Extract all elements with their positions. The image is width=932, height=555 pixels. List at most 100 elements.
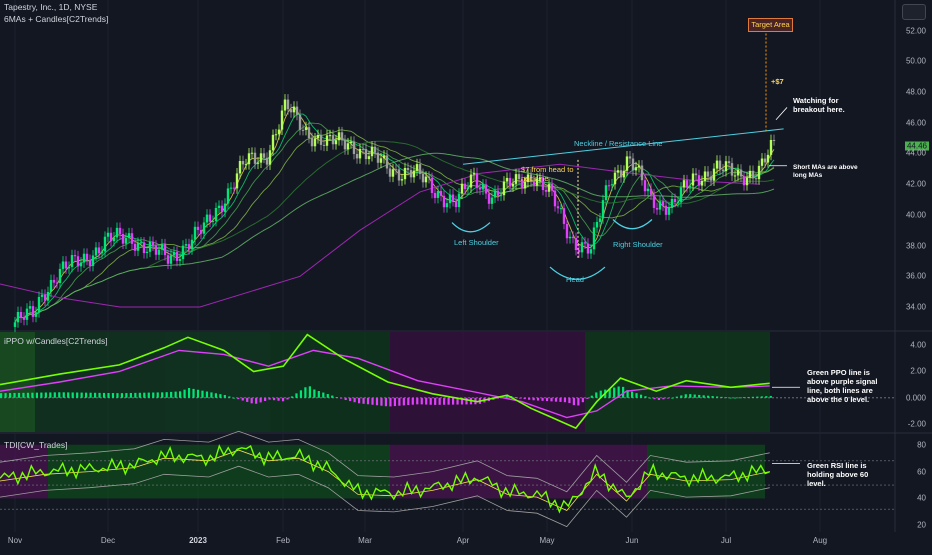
candle-body	[589, 249, 593, 254]
candle-body	[757, 165, 761, 180]
ppo-histogram-bar	[613, 387, 616, 398]
tdi-axis-label: 80	[917, 440, 926, 450]
candle-body	[667, 207, 671, 215]
candle-body	[742, 176, 746, 186]
candle-body	[343, 140, 347, 150]
candle-body	[265, 157, 269, 165]
ppo-histogram-bar	[304, 387, 307, 398]
time-axis-label: Dec	[100, 536, 116, 545]
ppo-histogram-bar	[648, 397, 652, 399]
candle-body	[394, 169, 398, 171]
ppo-histogram-bar	[313, 389, 316, 398]
ppo-histogram-bar	[541, 397, 544, 401]
candle-body	[568, 236, 572, 239]
watching-line-2: breakout here.	[793, 105, 845, 114]
candle-body	[244, 164, 248, 166]
ppo-axis-label: 0.000	[905, 393, 926, 403]
short-mas-line-1: Short MAs are above	[793, 164, 858, 171]
candle-body	[517, 174, 521, 180]
candle-body	[679, 187, 683, 202]
candle-body	[316, 134, 320, 139]
candle-body	[118, 227, 122, 235]
ppo-histogram-bar	[711, 396, 714, 398]
candle-body	[472, 173, 476, 175]
candle-body	[253, 152, 257, 164]
candle-body	[553, 190, 557, 207]
ppo-histogram-bar	[438, 397, 441, 405]
candle-body	[223, 203, 227, 212]
ppo-histogram-bar	[425, 397, 428, 405]
ppo-histogram-bar	[170, 391, 173, 398]
ppo-histogram-bar	[366, 397, 370, 405]
candle-body	[661, 201, 665, 206]
candle-body	[412, 170, 416, 178]
candle-body	[421, 173, 425, 183]
ppo-histogram-bar	[554, 397, 558, 402]
candle-body	[16, 311, 20, 323]
ppo-histogram-bar	[125, 393, 128, 398]
candle-body	[748, 170, 752, 178]
candle-body	[484, 184, 488, 194]
ppo-histogram-bar	[358, 397, 361, 404]
ppo-histogram-bar	[17, 392, 21, 398]
candle-body	[595, 221, 599, 228]
candle-body	[406, 168, 410, 171]
candle-body	[583, 242, 587, 244]
candle-body	[331, 135, 335, 145]
candle-body	[139, 242, 143, 244]
candle-body	[616, 170, 620, 173]
candle-body	[709, 176, 713, 181]
candle-body	[301, 129, 305, 131]
price-axis-label: 42.00	[905, 179, 926, 189]
ppo-histogram-bar	[4, 393, 7, 398]
candle-body	[124, 238, 128, 244]
candle-body	[43, 294, 47, 301]
candle-body	[502, 181, 506, 196]
ppo-histogram-bar	[295, 393, 298, 398]
ppo-histogram-bar	[53, 392, 56, 398]
candle-body	[622, 170, 626, 178]
candle-body	[133, 243, 137, 251]
ppo-histogram-bar	[71, 392, 74, 398]
time-axis-label: Jun	[625, 536, 639, 545]
candle-body	[391, 169, 395, 177]
candle-body	[22, 317, 26, 320]
ppo-histogram-bar	[653, 397, 656, 400]
candle-body	[619, 170, 623, 178]
ppo-histogram-bar	[0, 393, 3, 398]
watching-line-1: Watching for	[793, 96, 839, 105]
ppo-histogram-bar	[174, 391, 177, 398]
candle-body	[178, 259, 182, 261]
candle-body	[166, 255, 170, 264]
ppo-histogram-bar	[237, 397, 240, 400]
candle-body	[349, 141, 353, 144]
candle-body	[211, 220, 215, 222]
ppo-histogram-bar	[389, 397, 392, 407]
candle-body	[580, 242, 584, 253]
candle-body	[385, 155, 389, 169]
ppo-histogram-bar	[187, 388, 191, 398]
candle-body	[298, 114, 302, 130]
ppo-histogram-bar	[161, 392, 164, 398]
time-axis-label: Nov	[7, 536, 23, 545]
seven-note: $7 from head to neckline	[521, 165, 574, 183]
ppo-histogram-bar	[532, 397, 535, 401]
candle-body	[631, 158, 635, 171]
candle-body	[685, 180, 689, 188]
candle-body	[82, 253, 86, 263]
candle-body	[28, 306, 32, 309]
menu-button[interactable]	[902, 4, 926, 20]
candle-body	[481, 184, 485, 190]
ppo-histogram-bar	[545, 397, 549, 402]
left-shoulder-label: Left Shoulder	[454, 238, 499, 247]
ppo-histogram-bar	[420, 397, 423, 405]
candle-body	[277, 129, 281, 135]
candle-body	[592, 227, 596, 250]
candle-body	[268, 150, 272, 165]
candle-body	[313, 138, 317, 147]
candle-body	[289, 109, 293, 113]
candle-body	[403, 168, 407, 180]
ppo-histogram-bar	[519, 397, 522, 399]
candle-body	[490, 197, 494, 204]
candle-body	[733, 175, 737, 177]
